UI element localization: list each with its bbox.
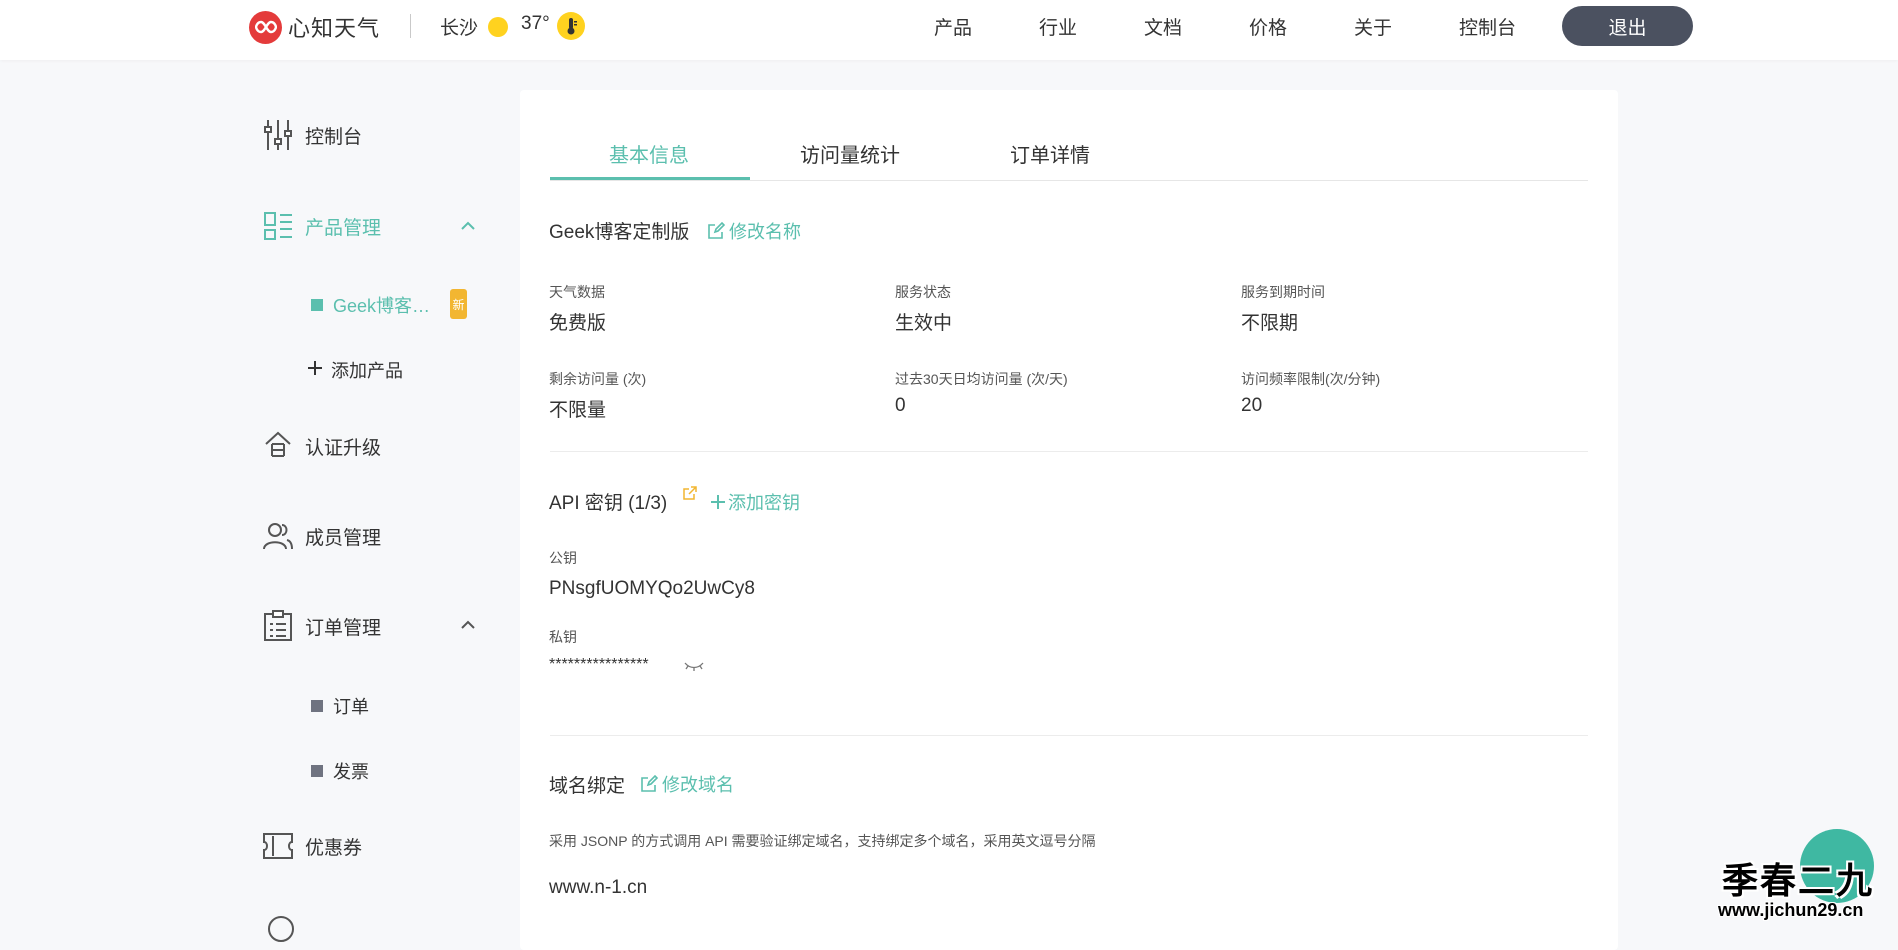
sidebar-subitem-orders[interactable]: 订单 xyxy=(311,693,369,719)
edit-domain-link[interactable]: 修改域名 xyxy=(640,771,734,797)
edit-icon xyxy=(708,222,725,239)
api-key-title: API 密钥 (1/3) xyxy=(549,493,668,514)
nav-industry[interactable]: 行业 xyxy=(1039,13,1077,40)
public-key-label: 公钥 xyxy=(549,550,577,566)
nav-products[interactable]: 产品 xyxy=(934,13,972,40)
private-key-label: 私钥 xyxy=(549,629,577,645)
field-value-rate-limit: 20 xyxy=(1241,395,1263,416)
eye-closed-icon[interactable] xyxy=(684,660,704,672)
tab-order-details[interactable]: 订单详情 xyxy=(1010,139,1090,168)
sidebar-label-product: Geek博客… xyxy=(333,296,431,316)
sidebar-subitem-add-product[interactable]: 添加产品 xyxy=(307,357,403,383)
sidebar-label-members: 成员管理 xyxy=(305,527,382,549)
sidebar-item-members[interactable]: 成员管理 xyxy=(261,518,381,554)
field-label-rate-limit: 访问频率限制(次/分钟) xyxy=(1241,371,1381,387)
sidebar-label-orders: 订单 xyxy=(333,697,369,717)
add-key-link[interactable]: 添加密钥 xyxy=(710,489,800,515)
bullet-square-icon xyxy=(311,765,323,777)
domain-hint: 采用 JSONP 的方式调用 API 需要验证绑定域名，支持绑定多个域名，采用英… xyxy=(549,833,1096,849)
sliders-icon xyxy=(261,117,295,153)
logout-button[interactable]: 退出 xyxy=(1562,6,1693,46)
sidebar-label-coupons: 优惠券 xyxy=(305,837,363,859)
chevron-up-icon[interactable] xyxy=(460,218,476,234)
add-key-label: 添加密钥 xyxy=(728,493,800,513)
tab-basic-info[interactable]: 基本信息 xyxy=(609,139,689,168)
temperature: 37° xyxy=(521,13,550,34)
header-divider xyxy=(410,14,411,38)
edit-icon xyxy=(641,775,658,792)
logo[interactable]: 心知天气 xyxy=(249,10,380,44)
field-label-weather-data: 天气数据 xyxy=(549,284,605,300)
sidebar-subitem-product[interactable]: Geek博客… xyxy=(311,292,430,318)
tab-traffic-stats[interactable]: 访问量统计 xyxy=(800,139,900,168)
domain-value: www.n-1.cn xyxy=(549,877,648,898)
external-link-icon[interactable] xyxy=(682,486,697,501)
public-key-value[interactable]: PNsgfUOMYQo2UwCy8 xyxy=(549,578,755,600)
chevron-up-icon[interactable] xyxy=(460,617,476,633)
nav-console[interactable]: 控制台 xyxy=(1459,13,1516,40)
logo-text: 心知天气 xyxy=(288,16,381,41)
coupon-icon xyxy=(261,828,295,864)
section-divider xyxy=(550,451,1588,452)
rename-link-label: 修改名称 xyxy=(729,222,801,242)
field-label-expiry: 服务到期时间 xyxy=(1241,284,1325,300)
city-name[interactable]: 长沙 xyxy=(440,13,478,40)
domain-title: 域名绑定 xyxy=(549,776,626,797)
sidebar-label-invoices: 发票 xyxy=(333,762,369,782)
rename-link[interactable]: 修改名称 xyxy=(707,218,801,244)
sidebar-label-add-product: 添加产品 xyxy=(331,361,403,381)
logo-icon xyxy=(249,10,282,44)
nav-about[interactable]: 关于 xyxy=(1354,13,1392,40)
nav-docs[interactable]: 文档 xyxy=(1144,13,1182,40)
product-name: Geek博客定制版 xyxy=(549,222,690,243)
sidebar-item-dashboard[interactable]: 控制台 xyxy=(261,117,362,153)
bullet-square-icon xyxy=(311,299,323,311)
tabs-divider xyxy=(550,180,1588,181)
sidebar-item-coupons[interactable]: 优惠券 xyxy=(261,828,362,864)
sidebar-label-auth-upgrade: 认证升级 xyxy=(305,437,382,459)
watermark-title: 季春二九 xyxy=(1722,860,1875,901)
sidebar-label-dashboard: 控制台 xyxy=(305,126,363,148)
plus-icon xyxy=(307,360,323,381)
field-value-remaining-calls: 不限量 xyxy=(549,400,607,421)
sidebar-item-product-mgmt[interactable]: 产品管理 xyxy=(261,208,381,244)
sidebar-label-order-mgmt: 订单管理 xyxy=(305,617,382,639)
bullet-square-icon xyxy=(311,700,323,712)
nav-pricing[interactable]: 价格 xyxy=(1249,13,1287,40)
clipboard-list-icon xyxy=(261,608,295,644)
new-badge: 新 xyxy=(450,289,467,319)
sidebar-item-order-mgmt[interactable]: 订单管理 xyxy=(261,608,381,644)
section-divider xyxy=(550,735,1588,736)
field-value-weather-data: 免费版 xyxy=(549,313,607,334)
top-bar: 心知天气 长沙 37° 产品 行业 文档 价格 关于 控制台 退出 xyxy=(0,0,1898,60)
watermark-url: www.jichun29.cn xyxy=(1718,900,1864,920)
field-value-service-status: 生效中 xyxy=(895,313,953,334)
upgrade-arrow-icon xyxy=(261,428,295,464)
field-value-expiry: 不限期 xyxy=(1241,313,1299,334)
plus-icon xyxy=(711,495,725,509)
users-icon xyxy=(261,518,295,554)
field-label-avg-calls: 过去30天日均访问量 (次/天) xyxy=(895,371,1068,387)
thermometer-icon xyxy=(557,12,585,40)
field-label-service-status: 服务状态 xyxy=(895,284,951,300)
sun-icon xyxy=(488,17,508,37)
partial-icon xyxy=(268,916,294,942)
field-label-remaining-calls: 剩余访问量 (次) xyxy=(549,371,647,387)
active-tab-indicator xyxy=(550,177,750,180)
private-key-value: **************** xyxy=(549,656,649,673)
product-grid-icon xyxy=(261,208,295,244)
field-value-avg-calls: 0 xyxy=(895,395,906,416)
sidebar-item-auth-upgrade[interactable]: 认证升级 xyxy=(261,428,381,464)
sidebar-subitem-invoices[interactable]: 发票 xyxy=(311,758,369,784)
edit-domain-label: 修改域名 xyxy=(662,775,734,795)
sidebar-label-product-mgmt: 产品管理 xyxy=(305,217,382,239)
